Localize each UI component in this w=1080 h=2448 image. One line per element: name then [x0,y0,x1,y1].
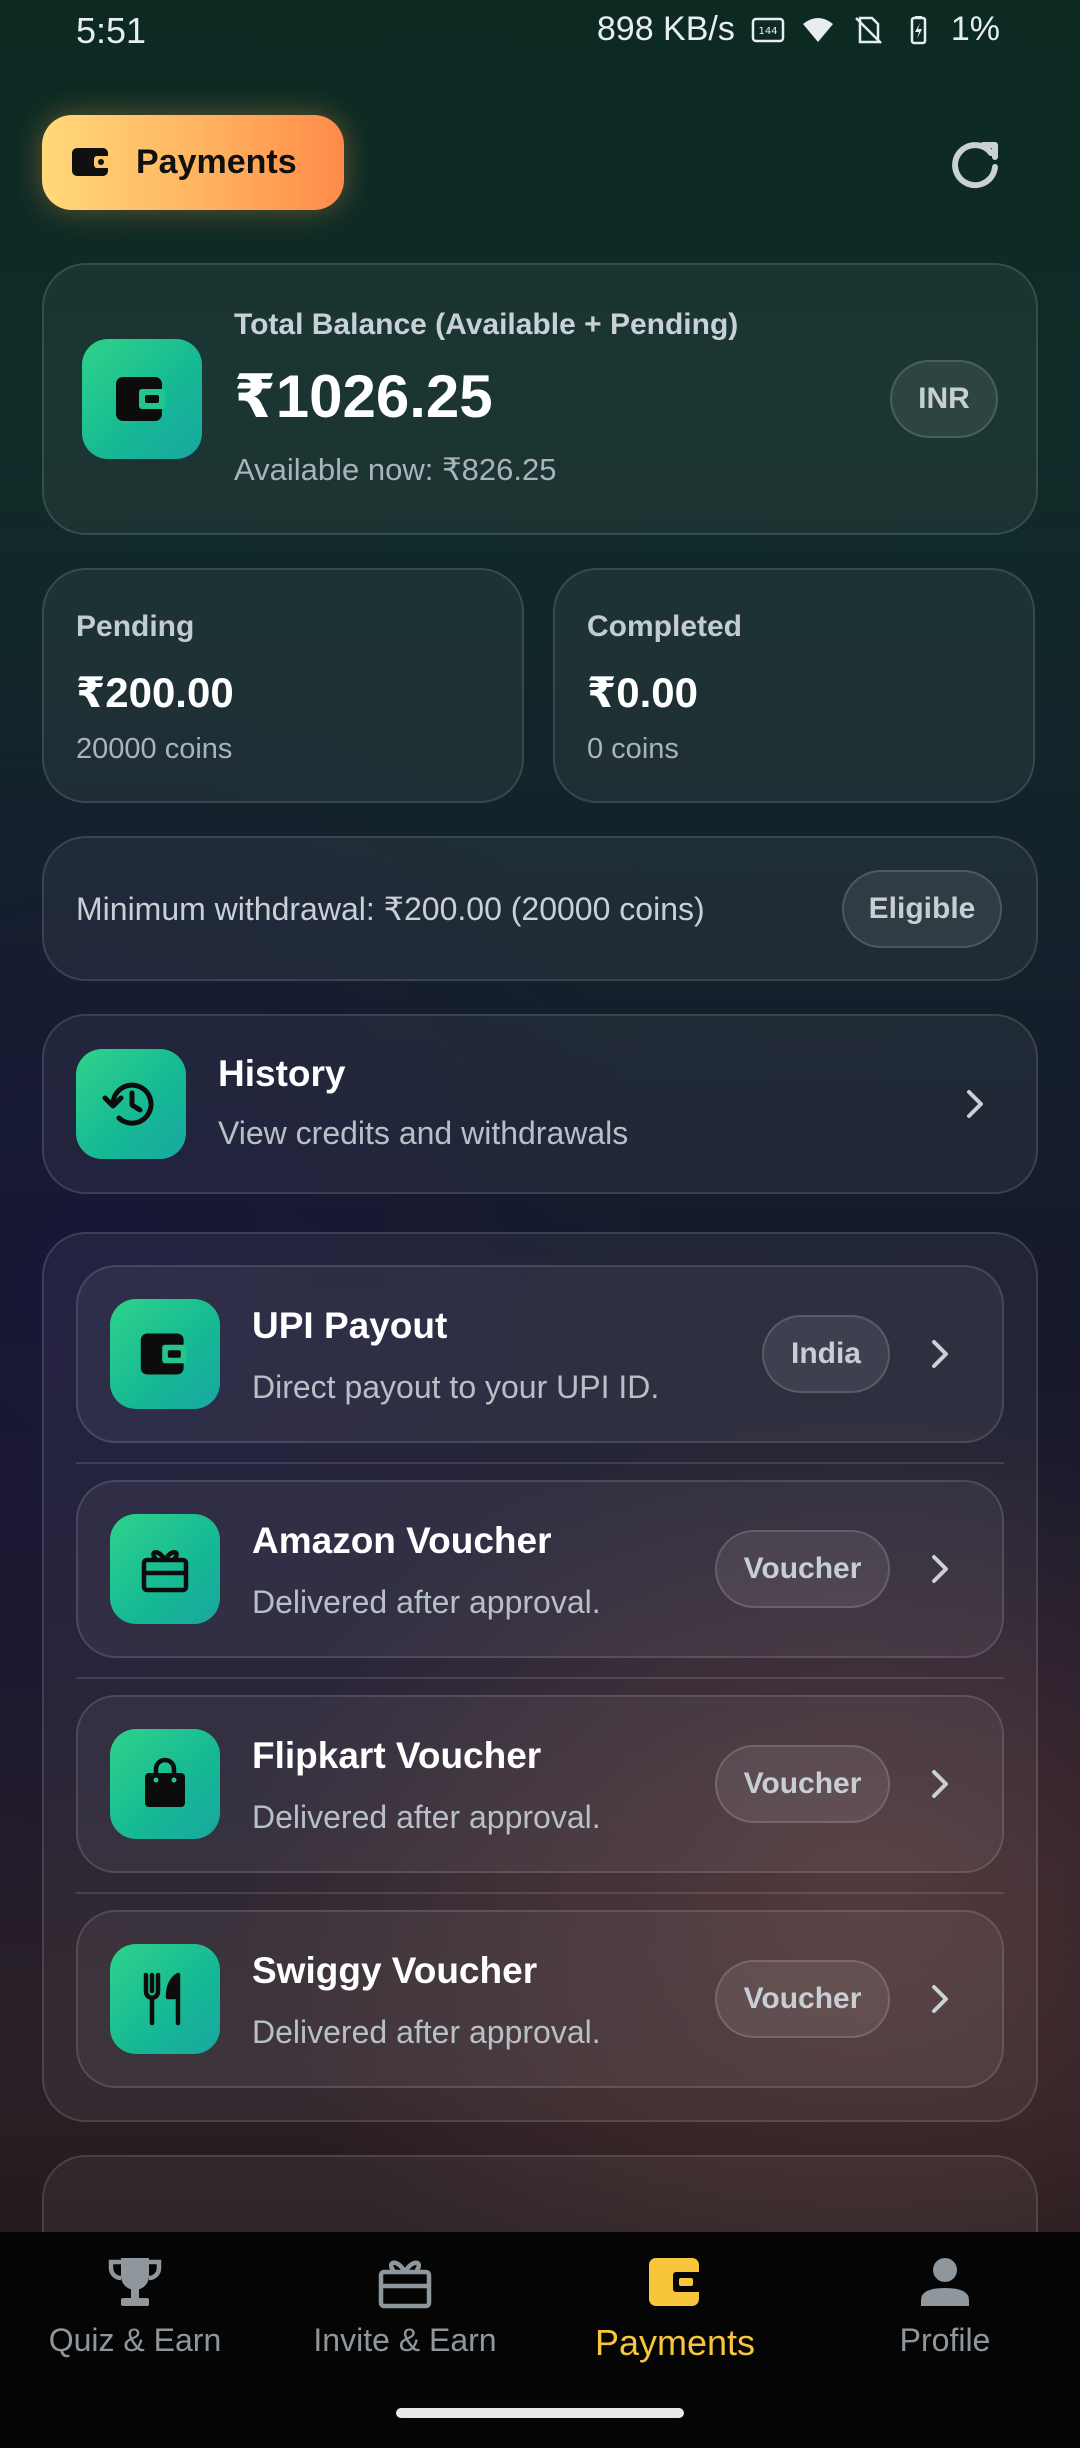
payments-header-pill: Payments [42,115,344,210]
divider [76,1462,1004,1464]
balance-wallet-tile [82,339,202,459]
history-row[interactable] [42,1014,1038,1194]
nav-payments[interactable]: Payments [540,2252,810,2364]
refresh-rate-icon: 144 [751,17,785,42]
pending-label: Pending [76,610,195,643]
wallet-icon [72,147,112,176]
chevron-right-icon [967,1090,983,1118]
status-indicators: 898 KB/s 144 1% [597,10,1000,49]
balance-value: ₹1026.25 [234,363,493,430]
status-time: 5:51 [76,10,147,51]
min-withdrawal-text: Minimum withdrawal: ₹200.00 (20000 coins… [76,891,705,927]
available-balance: Available now: ₹826.25 [234,452,557,487]
option-subtitle: Direct payout to your UPI ID. [252,1369,660,1405]
gift-icon [141,1550,189,1593]
option-subtitle: Delivered after approval. [252,1584,601,1620]
option-chip: Voucher [715,1530,890,1608]
history-subtitle: View credits and withdrawals [218,1115,629,1151]
history-tile [76,1049,186,1159]
gift-icon [378,2260,432,2309]
refresh-icon[interactable] [945,135,1005,195]
nav-quiz-earn[interactable]: Quiz & Earn [0,2252,270,2359]
pending-card: Pending ₹200.00 20000 coins [42,568,524,803]
pending-coins: 20000 coins [76,733,233,765]
wallet-icon [649,2258,701,2306]
nav-label: Quiz & Earn [48,2322,222,2358]
balance-label: Total Balance (Available + Pending) [234,308,739,341]
option-title: UPI Payout [252,1305,448,1346]
divider [76,1892,1004,1894]
wifi-icon [802,17,833,42]
pending-value: ₹200.00 [76,669,234,716]
divider [76,1677,1004,1679]
person-icon [921,2258,969,2306]
option-chip: Voucher [715,1960,890,2038]
completed-card: Completed ₹0.00 0 coins [553,568,1035,803]
status-bar: 5:51 898 KB/s 144 1% [0,0,1080,60]
swiggy-tile [110,1944,220,2054]
history-title: History [218,1053,346,1094]
battery-icon [910,15,927,44]
battery-level: 1% [950,10,1000,48]
chevron-right-icon [932,1555,948,1583]
chevron-right-icon [932,1770,948,1798]
nav-label: Profile [899,2322,991,2358]
option-subtitle: Delivered after approval. [252,1799,601,1835]
nav-label: Payments [594,2322,756,2363]
upi-tile [110,1299,220,1409]
option-subtitle: Delivered after approval. [252,2014,601,2050]
network-speed: 898 KB/s [596,10,735,48]
option-title: Flipkart Voucher [252,1735,542,1776]
history-icon [102,1082,154,1126]
option-chip: India [762,1315,890,1393]
restaurant-icon [143,1972,181,2026]
page-title: Payments [136,143,297,181]
option-chip: Voucher [715,1745,890,1823]
wallet-icon [116,377,165,421]
nav-profile[interactable]: Profile [810,2252,1080,2359]
trophy-icon [108,2258,162,2306]
chevron-right-icon [932,1985,948,2013]
home-indicator[interactable] [396,2408,684,2418]
chevron-right-icon [932,1340,948,1368]
option-title: Swiggy Voucher [252,1950,538,1991]
eligible-badge: Eligible [842,870,1002,948]
shopping-bag-icon [145,1757,185,1807]
nav-invite-earn[interactable]: Invite & Earn [270,2252,540,2359]
svg-text:144: 144 [758,26,777,37]
nav-label: Invite & Earn [313,2322,497,2358]
completed-coins: 0 coins [587,733,679,765]
currency-chip: INR [890,360,998,438]
completed-value: ₹0.00 [587,669,698,716]
wallet-icon [140,1333,187,1375]
no-sim-icon [854,16,882,44]
amazon-tile [110,1514,220,1624]
completed-label: Completed [587,610,743,643]
flipkart-tile [110,1729,220,1839]
option-title: Amazon Voucher [252,1520,552,1561]
